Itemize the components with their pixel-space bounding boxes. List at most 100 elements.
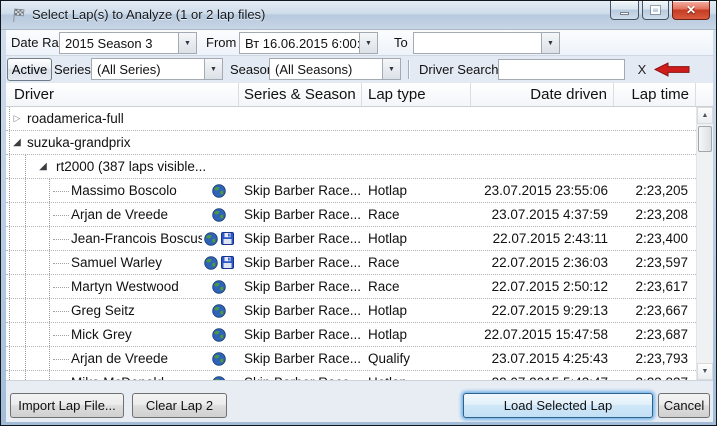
table-row[interactable]: Arjan de VreedeSkip Barber Race...Qualif…	[6, 347, 696, 371]
series-value: (All Series)	[92, 59, 204, 79]
globe-icon	[212, 328, 226, 342]
table-row[interactable]: Greg SeitzSkip Barber Race...Hotlap22.07…	[6, 299, 696, 323]
tree-line	[9, 179, 10, 202]
tree-line	[25, 275, 26, 298]
red-left-arrow-icon	[654, 62, 690, 77]
collapse-icon[interactable]: ◢	[10, 131, 24, 154]
lap-time: 2:23,617	[614, 275, 688, 298]
chevron-down-icon[interactable]: ▼	[382, 59, 400, 79]
from-date-select[interactable]: Вт 16.06.2015 6:00:00 ▼	[239, 32, 378, 54]
lap-icons	[201, 251, 237, 274]
tree-line	[25, 227, 26, 250]
globe-icon	[212, 208, 226, 222]
footer-bar: Import Lap File... Clear Lap 2 Load Sele…	[6, 380, 713, 422]
arrow-up-icon: ▲	[702, 112, 709, 119]
lap-icons	[201, 275, 237, 298]
expand-icon[interactable]: ▷	[10, 107, 24, 130]
chevron-down-icon[interactable]: ▼	[204, 59, 222, 79]
lap-icons	[201, 227, 237, 250]
floppy-disk-icon	[221, 256, 234, 269]
tree-line	[25, 251, 26, 274]
from-date-value: Вт 16.06.2015 6:00:00	[240, 33, 359, 53]
season-label: Season	[230, 56, 274, 83]
minimize-button[interactable]	[610, 1, 639, 20]
table-row[interactable]: Arjan de VreedeSkip Barber Race...Race23…	[6, 203, 696, 227]
driver-name: Massimo Boscolo	[71, 179, 202, 202]
table-header: Driver Series & Season Lap type Date dri…	[6, 83, 713, 107]
table-row[interactable]: Martyn WestwoodSkip Barber Race...Race22…	[6, 275, 696, 299]
column-header-series-season[interactable]: Series & Season	[239, 83, 362, 106]
table-row[interactable]: Massimo BoscoloSkip Barber Race...Hotlap…	[6, 179, 696, 203]
lap-type: Hotlap	[368, 323, 471, 346]
scroll-up-button[interactable]: ▲	[697, 107, 713, 124]
chevron-down-icon[interactable]: ▼	[541, 33, 559, 53]
tree-line	[9, 227, 10, 250]
active-toggle-button[interactable]: Active	[7, 58, 52, 81]
lap-icons	[201, 179, 237, 202]
lap-time: 2:23,687	[614, 323, 688, 346]
collapse-icon[interactable]: ◢	[36, 155, 50, 178]
tree-line	[9, 275, 10, 298]
series-season: Skip Barber Race...	[244, 251, 362, 274]
column-header-lap-type[interactable]: Lap type	[362, 83, 471, 106]
lap-icons	[201, 371, 237, 380]
scrollbar-thumb[interactable]	[698, 126, 712, 152]
lap-type: Hotlap	[368, 371, 471, 380]
toolbar-separator	[408, 60, 410, 79]
tree-label: rt2000 (387 laps visible...	[56, 155, 206, 178]
column-header-driver[interactable]: Driver	[6, 83, 239, 106]
date-driven: 22.07.2015 2:36:03	[471, 251, 608, 274]
date-driven: 22.07.2015 2:50:12	[471, 275, 608, 298]
tree-line	[25, 371, 26, 380]
date-range-select[interactable]: 2015 Season 3 ▼	[59, 32, 197, 54]
series-season: Skip Barber Race...	[244, 227, 362, 250]
maximize-button[interactable]	[642, 1, 669, 20]
lap-type: Race	[368, 203, 471, 226]
vertical-scrollbar[interactable]: ▲ ▼	[696, 107, 713, 380]
import-lap-file-button[interactable]: Import Lap File...	[10, 393, 124, 418]
chevron-down-icon[interactable]: ▼	[178, 33, 196, 53]
driver-name: Arjan de Vreede	[71, 347, 202, 370]
date-driven: 22.07.2015 9:29:13	[471, 299, 608, 322]
to-date-select[interactable]: ▼	[413, 32, 560, 54]
lap-icons	[201, 323, 237, 346]
tree-line	[53, 311, 69, 312]
series-select[interactable]: (All Series) ▼	[91, 58, 223, 80]
date-driven: 22.07.2015 5:43:47	[471, 371, 608, 380]
tree-line	[53, 215, 69, 216]
caption-buttons: ✕	[610, 1, 710, 20]
column-header-lap-time[interactable]: Lap time	[614, 83, 696, 106]
tree-line	[9, 347, 10, 370]
tree-line	[49, 275, 50, 298]
scroll-down-button[interactable]: ▼	[697, 363, 713, 380]
load-selected-lap-button[interactable]: Load Selected Lap	[463, 393, 653, 418]
close-button[interactable]: ✕	[672, 1, 710, 20]
lap-type: Hotlap	[368, 227, 471, 250]
tree-label: roadamerica-full	[27, 107, 124, 130]
chevron-down-icon[interactable]: ▼	[359, 33, 377, 53]
column-header-date-driven[interactable]: Date driven	[471, 83, 614, 106]
tree-row[interactable]: ◢suzuka-grandprix	[6, 131, 696, 155]
titlebar[interactable]: Select Lap(s) to Analyze (1 or 2 lap fil…	[1, 1, 716, 30]
table-row[interactable]: Mike McDonaldSkip Barber Race...Hotlap22…	[6, 371, 696, 380]
season-select[interactable]: (All Seasons) ▼	[269, 58, 401, 80]
table-row[interactable]: Jean-Francois BoscusSkip Barber Race...H…	[6, 227, 696, 251]
driver-name: Greg Seitz	[71, 299, 202, 322]
cancel-button[interactable]: Cancel	[658, 393, 710, 418]
lap-time: 2:23,667	[614, 299, 688, 322]
tree-line	[49, 203, 50, 226]
driver-search-input[interactable]	[498, 59, 625, 80]
lap-type: Race	[368, 275, 471, 298]
tree-row[interactable]: ▷roadamerica-full	[6, 107, 696, 131]
tree-line	[25, 347, 26, 370]
arrow-down-icon: ▼	[702, 368, 709, 375]
series-season: Skip Barber Race...	[244, 299, 362, 322]
table-row[interactable]: Samuel WarleySkip Barber Race...Race22.0…	[6, 251, 696, 275]
clear-lap2-button[interactable]: Clear Lap 2	[132, 393, 227, 418]
tree-line	[53, 287, 69, 288]
tree-line	[53, 263, 69, 264]
tree-row[interactable]: ◢ rt2000 (387 laps visible...	[6, 155, 696, 179]
date-filter-bar: Date Range 2015 Season 3 ▼ From Вт 16.06…	[6, 30, 713, 56]
table-row[interactable]: Mick GreySkip Barber Race...Hotlap22.07.…	[6, 323, 696, 347]
clear-search-button[interactable]: X	[634, 56, 650, 83]
